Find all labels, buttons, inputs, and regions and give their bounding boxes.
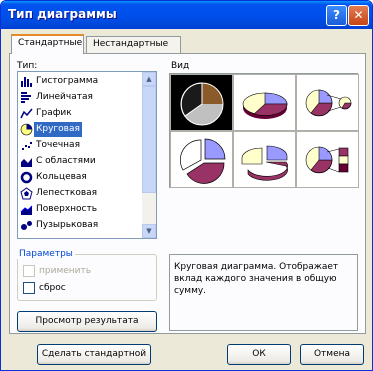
params-group xyxy=(17,254,157,301)
list-item-line[interactable]: График xyxy=(19,106,142,122)
bubble-chart-icon xyxy=(21,221,32,230)
subtype-pie[interactable] xyxy=(170,74,233,131)
list-item-label: Круговая xyxy=(34,122,82,137)
tab-standard[interactable]: Стандартные xyxy=(11,34,84,54)
tab-custom[interactable]: Нестандартные xyxy=(86,36,181,53)
line-chart-icon xyxy=(20,108,33,119)
preview-button[interactable]: Просмотр результата xyxy=(17,311,157,332)
reset-checkbox[interactable] xyxy=(23,282,35,294)
list-item-bubble[interactable]: Пузырьковая xyxy=(19,218,142,234)
view-label: Вид xyxy=(171,61,190,71)
subtype-3d-exploded-pie[interactable] xyxy=(233,131,296,188)
list-item-surface[interactable]: Поверхность xyxy=(19,202,142,218)
radar-chart-icon xyxy=(20,187,33,200)
area-chart-icon xyxy=(21,158,32,167)
list-item-label: График xyxy=(36,108,72,118)
ok-button[interactable]: ОК xyxy=(227,344,291,365)
list-item-label: Поверхность xyxy=(36,204,98,214)
list-item-bar[interactable]: Линейчатая xyxy=(19,90,142,106)
list-item-label: Кольцевая xyxy=(36,172,87,182)
list-item-label: Точечная xyxy=(36,140,80,150)
bar-chart-icon xyxy=(21,92,31,103)
doughnut-chart-icon xyxy=(20,171,33,184)
subtype-bar-of-pie[interactable] xyxy=(296,131,359,188)
list-item-area[interactable]: С областями xyxy=(19,154,142,170)
exploded-3d-pie-preview-icon xyxy=(241,145,288,181)
description-box: Круговая диаграмма. Отображает вклад каж… xyxy=(169,254,358,331)
type-label: Тип: xyxy=(17,61,38,71)
params-title: Параметры xyxy=(17,249,75,259)
exploded-pie-preview-icon xyxy=(179,138,226,184)
surface-chart-icon xyxy=(20,205,33,215)
scroll-up-button[interactable]: ▲ xyxy=(142,72,156,86)
chart-description: Круговая диаграмма. Отображает вклад каж… xyxy=(174,262,339,296)
list-item-label: С областями xyxy=(36,156,96,166)
subtype-pie-of-pie[interactable] xyxy=(296,74,359,131)
pie-chart-icon xyxy=(20,123,33,136)
list-item-label: Гистограмма xyxy=(36,76,99,86)
close-button[interactable]: ✕ xyxy=(348,5,369,26)
scatter-chart-icon xyxy=(22,142,32,150)
chart-type-list[interactable]: Гистограмма Линейчатая График Круговая Т… xyxy=(17,71,157,239)
chart-type-dialog: Тип диаграммы ? ✕ Стандартные Нестандарт… xyxy=(0,0,373,371)
subtype-3d-pie[interactable] xyxy=(233,74,296,131)
scroll-thumb[interactable] xyxy=(142,86,156,193)
apply-checkbox[interactable] xyxy=(23,265,35,277)
list-item-pie[interactable]: Круговая xyxy=(19,122,142,138)
list-item-doughnut[interactable]: Кольцевая xyxy=(19,170,142,186)
list-item-label: Лепестковая xyxy=(36,188,98,198)
column-chart-icon xyxy=(21,77,32,87)
chart-subtype-grid xyxy=(169,73,359,188)
cancel-button[interactable]: Отмена xyxy=(300,344,364,365)
help-button[interactable]: ? xyxy=(326,5,347,26)
set-default-button[interactable]: Сделать стандартной xyxy=(37,344,151,365)
list-item-column[interactable]: Гистограмма xyxy=(19,74,142,90)
list-scrollbar[interactable]: ▲ ▼ xyxy=(142,72,156,238)
pie-preview-icon xyxy=(180,82,224,126)
list-item-scatter[interactable]: Точечная xyxy=(19,138,142,154)
list-item-label: Пузырьковая xyxy=(36,220,99,230)
pie-3d-preview-icon xyxy=(242,92,288,119)
list-item-label: Линейчатая xyxy=(36,92,93,102)
list-item-radar[interactable]: Лепестковая xyxy=(19,186,142,202)
window-title: Тип диаграммы xyxy=(8,7,117,21)
apply-label: применить xyxy=(39,266,92,276)
subtype-exploded-pie[interactable] xyxy=(170,131,233,188)
bar-of-pie-preview-icon xyxy=(305,146,349,174)
scroll-down-button[interactable]: ▼ xyxy=(142,224,156,238)
reset-label: сброс xyxy=(39,283,66,293)
title-bar[interactable]: Тип диаграммы ? ✕ xyxy=(1,1,372,29)
pie-of-pie-preview-icon xyxy=(305,89,352,117)
